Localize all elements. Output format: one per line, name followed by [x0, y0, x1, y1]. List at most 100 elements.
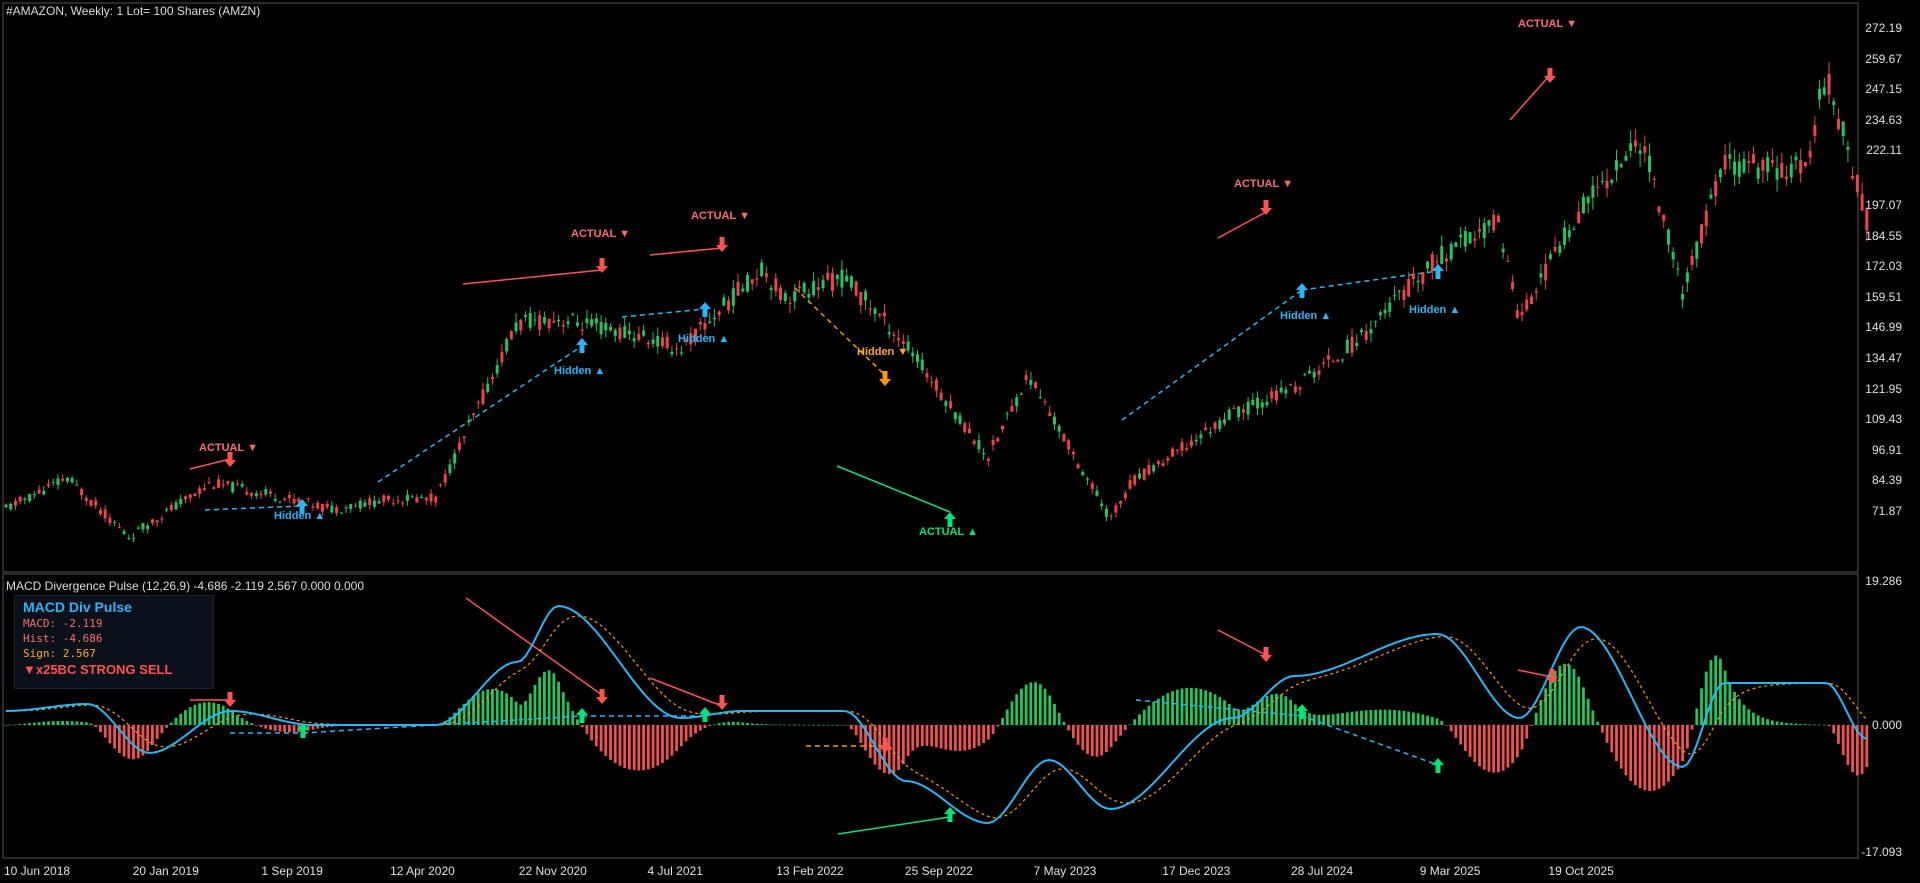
- divergence-line: [836, 465, 951, 513]
- candle-body: [1222, 419, 1226, 424]
- candle-body: [1577, 211, 1581, 223]
- candle-body: [1355, 342, 1359, 346]
- candle-body: [542, 317, 546, 324]
- divergence-label: ACTUAL ▼: [1234, 178, 1293, 190]
- histogram-bar: [1227, 704, 1231, 725]
- histogram-bar: [32, 722, 36, 725]
- histogram-bar: [1723, 670, 1727, 725]
- candle-body: [1709, 194, 1713, 199]
- candle-body: [75, 484, 79, 486]
- histogram-bar: [1265, 695, 1269, 725]
- histogram-bar: [651, 725, 655, 768]
- candle-body: [1152, 465, 1156, 472]
- candle-body: [613, 330, 617, 336]
- histogram-bar: [746, 723, 749, 725]
- candle-body: [745, 275, 749, 292]
- divergence-label: Hidden ▲: [1409, 304, 1461, 316]
- candle-body: [89, 499, 93, 506]
- candle-body: [292, 498, 296, 504]
- histogram-bar: [1567, 664, 1571, 725]
- indicator-signal-arrows: [224, 647, 1558, 822]
- candle-body: [1331, 361, 1335, 363]
- histogram-bar: [1327, 714, 1330, 725]
- histogram-bar: [198, 703, 202, 725]
- candle-body: [1345, 339, 1349, 354]
- candle-body: [783, 293, 787, 301]
- histogram-bar: [61, 720, 65, 725]
- candle-body: [509, 330, 513, 340]
- histogram-bar: [986, 725, 990, 740]
- histogram-bar: [1813, 724, 1817, 726]
- candle-body: [490, 377, 494, 380]
- histogram-bar: [1204, 690, 1208, 725]
- histogram-bar: [1383, 709, 1387, 725]
- histogram-bar: [1478, 725, 1481, 767]
- candle-body: [56, 478, 60, 485]
- candle-body: [727, 300, 731, 311]
- histogram-bar: [1501, 725, 1505, 771]
- candle-body: [1676, 268, 1680, 270]
- candle-body: [953, 412, 957, 420]
- candle-body: [1416, 280, 1420, 283]
- price-tick-label: 234.63: [1865, 112, 1902, 127]
- candle-body: [1095, 490, 1099, 496]
- candle-body: [23, 498, 27, 500]
- histogram-bar: [826, 724, 830, 726]
- candle-body: [1303, 374, 1307, 376]
- histogram-bar: [174, 717, 178, 725]
- candle-body: [1374, 321, 1378, 323]
- candle-body: [1114, 505, 1118, 513]
- histogram-bar: [1638, 725, 1642, 789]
- histogram-bar: [764, 724, 768, 725]
- candle-body: [1737, 161, 1741, 177]
- candle-body: [769, 288, 773, 290]
- histogram-bar: [1492, 725, 1496, 773]
- info-hist-value: Hist: -4.686: [23, 632, 103, 645]
- candle-body: [339, 512, 343, 514]
- histogram-bar: [514, 701, 518, 725]
- histogram-bar: [1100, 725, 1104, 756]
- candle-body: [897, 338, 901, 341]
- date-tick-label: 12 Apr 2020: [390, 864, 455, 878]
- candle-body: [254, 493, 258, 497]
- candle-body: [779, 287, 783, 301]
- divergence-line: [1509, 74, 1551, 121]
- candle-body: [169, 504, 173, 511]
- histogram-bar: [1690, 725, 1694, 730]
- histogram-bar: [1024, 684, 1028, 725]
- candle-body: [1718, 169, 1722, 178]
- candle-body: [1359, 330, 1363, 333]
- chart-canvas[interactable]: [0, 0, 1920, 883]
- candle-body: [1034, 382, 1038, 388]
- candle-body: [179, 498, 183, 504]
- candle-body: [1260, 402, 1264, 408]
- candle-body: [420, 497, 424, 499]
- candle-body: [1109, 515, 1113, 517]
- candle-body: [1463, 231, 1467, 247]
- histogram-bar: [925, 725, 929, 746]
- candle-body: [311, 506, 315, 508]
- histogram-bar: [944, 725, 948, 750]
- price-tick-label: 134.47: [1865, 351, 1902, 365]
- histogram-bar: [1804, 724, 1807, 725]
- histogram-bar: [1770, 720, 1774, 725]
- candle-body: [183, 496, 187, 500]
- histogram-bar: [1752, 712, 1755, 725]
- price-tick-label: 247.15: [1865, 82, 1902, 97]
- candle-body: [42, 490, 46, 495]
- divergence-label: Hidden ▲: [554, 365, 606, 377]
- candle-body: [528, 313, 532, 328]
- histogram-bar: [1076, 725, 1080, 745]
- histogram-bar: [1860, 725, 1864, 774]
- candle-body: [1766, 157, 1770, 173]
- divergence-label: ACTUAL ▼: [691, 210, 750, 222]
- histogram-bar: [250, 723, 253, 725]
- date-tick-label: 1 Sep 2019: [261, 864, 323, 878]
- candle-body: [1808, 150, 1812, 158]
- candle-body: [1062, 434, 1066, 442]
- histogram-bar: [793, 724, 797, 726]
- histogram-bar: [675, 725, 679, 752]
- candle-body: [439, 484, 443, 486]
- histogram-bar: [679, 725, 683, 747]
- candle-body: [873, 308, 877, 315]
